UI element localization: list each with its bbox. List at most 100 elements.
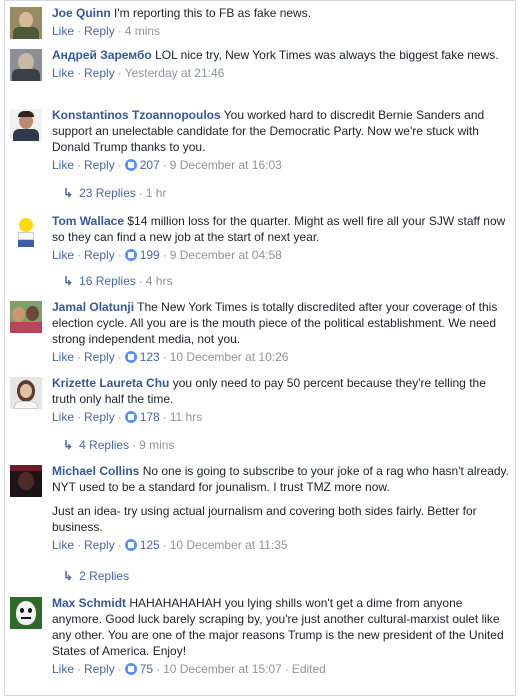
- like-count[interactable]: 125: [140, 538, 160, 552]
- reply-link[interactable]: Reply: [84, 248, 115, 262]
- author-name[interactable]: Max Schmidt: [52, 596, 126, 610]
- thumbs-up-icon: [124, 663, 137, 675]
- replies-row[interactable]: ↳ 4 Replies · 9 mins: [5, 437, 174, 453]
- like-count[interactable]: 199: [140, 248, 160, 262]
- separator: ·: [284, 662, 289, 676]
- avatar[interactable]: [10, 7, 42, 39]
- reply-link[interactable]: Reply: [84, 66, 115, 80]
- comment-actions: Like · Reply · 199 · 9 December at 04:58: [52, 247, 510, 263]
- replies-link[interactable]: 16 Replies: [79, 274, 136, 288]
- separator: ·: [162, 538, 167, 552]
- replies-link[interactable]: 23 Replies: [79, 186, 136, 200]
- timestamp[interactable]: 4 mins: [125, 24, 160, 38]
- timestamp[interactable]: 11 hrs: [170, 410, 202, 424]
- timestamp[interactable]: 9 December at 16:03: [170, 158, 282, 172]
- separator: ·: [77, 662, 82, 676]
- replies-time: 9 mins: [139, 438, 175, 452]
- reply-arrow-icon: ↳: [63, 274, 74, 288]
- replies-link[interactable]: 2 Replies: [79, 569, 129, 583]
- replies-row[interactable]: ↳ 23 Replies · 1 hr: [5, 185, 166, 201]
- avatar[interactable]: [10, 301, 42, 333]
- replies-link[interactable]: 4 Replies: [79, 438, 129, 452]
- reply-link[interactable]: Reply: [84, 24, 115, 38]
- separator: ·: [117, 350, 122, 364]
- comment: Jamal Olatunji The New York Times is tot…: [5, 299, 515, 365]
- comment-actions: Like · Reply · 125 · 10 December at 11:35: [52, 537, 510, 553]
- reply-link[interactable]: Reply: [84, 158, 115, 172]
- like-link[interactable]: Like: [52, 538, 74, 552]
- separator: ·: [117, 662, 122, 676]
- separator: ·: [77, 350, 82, 364]
- like-link[interactable]: Like: [52, 248, 74, 262]
- timestamp[interactable]: 10 December at 15:07: [163, 662, 282, 676]
- timestamp[interactable]: 10 December at 11:35: [170, 538, 288, 552]
- separator: ·: [156, 662, 161, 676]
- separator: ·: [117, 248, 122, 262]
- reply-arrow-icon: ↳: [63, 186, 74, 200]
- replies-time: 1 hr: [145, 186, 167, 200]
- reply-link[interactable]: Reply: [84, 662, 115, 676]
- like-count[interactable]: 75: [140, 662, 153, 676]
- author-name[interactable]: Андрей Зарембо: [52, 48, 152, 62]
- author-name[interactable]: Jamal Olatunji: [52, 300, 134, 314]
- like-count[interactable]: 207: [140, 158, 160, 172]
- separator: ·: [77, 538, 82, 552]
- like-link[interactable]: Like: [52, 350, 74, 364]
- comment-actions: Like · Reply · Yesterday at 21:46: [52, 65, 510, 81]
- comment-text: LOL nice try, New York Times was always …: [155, 48, 499, 62]
- avatar[interactable]: [10, 215, 42, 247]
- author-name[interactable]: Michael Collins: [52, 464, 139, 478]
- comment: Joe Quinn I'm reporting this to FB as fa…: [5, 5, 515, 39]
- comment-text: I'm reporting this to FB as fake news.: [114, 6, 312, 20]
- timestamp[interactable]: Yesterday at 21:46: [125, 66, 225, 80]
- comment-actions: Like · Reply · 207 · 9 December at 16:03: [52, 157, 510, 173]
- author-name[interactable]: Konstantinos Tzoannopoulos: [52, 108, 221, 122]
- separator: ·: [162, 350, 167, 364]
- avatar[interactable]: [10, 49, 42, 81]
- author-name[interactable]: Joe Quinn: [52, 6, 111, 20]
- like-count[interactable]: 178: [140, 410, 160, 424]
- like-link[interactable]: Like: [52, 662, 74, 676]
- comment-actions: Like · Reply · 75 · 10 December at 15:07 · Edite…: [52, 661, 510, 677]
- avatar[interactable]: [10, 109, 42, 141]
- like-link[interactable]: Like: [52, 24, 74, 38]
- separator: ·: [117, 66, 122, 80]
- comment: Konstantinos Tzoannopoulos You worked ha…: [5, 107, 515, 173]
- replies-row[interactable]: ↳ 16 Replies · 4 hrs: [5, 273, 172, 289]
- comment-actions: Like · Reply · 178 · 11 hrs: [52, 409, 510, 425]
- avatar[interactable]: [10, 465, 42, 497]
- thumbs-up-icon: [124, 249, 137, 261]
- replies-time: 4 hrs: [145, 274, 173, 288]
- edited-label[interactable]: Edited: [292, 662, 326, 676]
- separator: ·: [162, 410, 167, 424]
- reply-link[interactable]: Reply: [84, 350, 115, 364]
- like-link[interactable]: Like: [52, 410, 74, 424]
- separator: ·: [117, 24, 122, 38]
- separator: ·: [138, 274, 143, 288]
- like-link[interactable]: Like: [52, 66, 74, 80]
- separator: ·: [77, 66, 82, 80]
- like-link[interactable]: Like: [52, 158, 74, 172]
- author-name[interactable]: Tom Wallace: [52, 214, 124, 228]
- separator: ·: [162, 158, 167, 172]
- separator: ·: [132, 438, 137, 452]
- reply-link[interactable]: Reply: [84, 538, 115, 552]
- timestamp[interactable]: 10 December at 10:26: [170, 350, 289, 364]
- comment: Michael Collins No one is going to subsc…: [5, 463, 515, 553]
- comment-actions: Like · Reply · 4 mins: [52, 23, 510, 39]
- comment-actions: Like · Reply · 123 · 10 December at 10:26: [52, 349, 510, 365]
- separator: ·: [162, 248, 167, 262]
- avatar[interactable]: [10, 377, 42, 409]
- separator: ·: [117, 538, 122, 552]
- reply-link[interactable]: Reply: [84, 410, 115, 424]
- like-count[interactable]: 123: [140, 350, 160, 364]
- separator: ·: [77, 410, 82, 424]
- author-name[interactable]: Krizette Laureta Chu: [52, 376, 169, 390]
- separator: ·: [77, 248, 82, 262]
- timestamp[interactable]: 9 December at 04:58: [170, 248, 282, 262]
- reply-arrow-icon: ↳: [63, 438, 74, 452]
- thumbs-up-icon: [124, 159, 137, 171]
- replies-row[interactable]: ↳ 2 Replies: [5, 568, 129, 584]
- avatar[interactable]: [10, 597, 42, 629]
- reply-arrow-icon: ↳: [63, 569, 74, 583]
